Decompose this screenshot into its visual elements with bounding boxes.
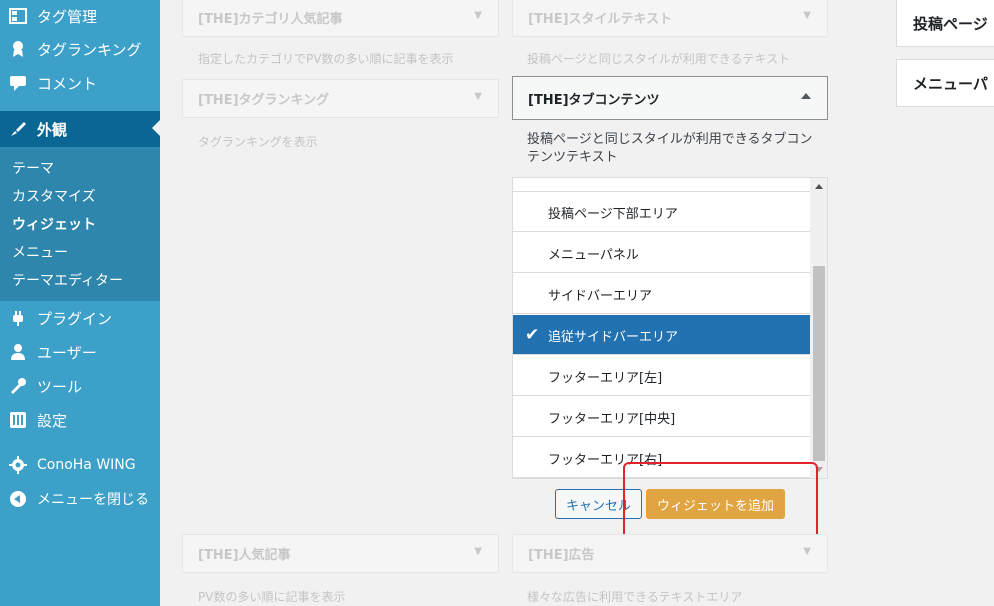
menu-item-appearance[interactable]: 外観 — [0, 111, 160, 147]
chevron-down-icon[interactable]: ▼ — [803, 546, 811, 557]
chevron-down-icon[interactable]: ▼ — [474, 546, 482, 557]
submenu-item-widgets[interactable]: ウィジェット — [12, 214, 96, 234]
cancel-button[interactable]: キャンセル — [555, 489, 642, 519]
widget-area-menu-panel[interactable]: メニューパ — [896, 59, 994, 107]
widget-title: [THE]カテゴリ人気記事 — [198, 12, 343, 27]
widget-tab-contents[interactable]: [THE]タブコンテンツ — [512, 76, 828, 120]
add-widget-button[interactable]: ウィジェットを追加 — [646, 489, 785, 519]
chevron-down-icon[interactable]: ▼ — [803, 10, 811, 21]
comment-icon — [9, 74, 27, 92]
menu-item-plugins[interactable]: プラグイン — [0, 301, 160, 335]
grid-icon — [9, 7, 27, 25]
menu-label: 設定 — [37, 411, 68, 430]
menu-item-comments[interactable]: コメント — [0, 66, 160, 100]
widget-description: PV数の多い順に記事を表示 — [198, 590, 346, 604]
chevron-up-icon[interactable] — [801, 93, 811, 99]
submenu-item-themes[interactable]: テーマ — [12, 158, 54, 178]
scrollbar-thumb[interactable] — [813, 266, 825, 461]
widget-popular[interactable]: [THE]人気記事 ▼ — [182, 534, 499, 573]
chevron-down-icon[interactable]: ▼ — [474, 91, 482, 102]
checkmark-icon: ✔ — [525, 325, 540, 345]
appearance-submenu: テーマ カスタマイズ ウィジェット メニュー テーマエディター — [0, 147, 160, 301]
sidebar-chooser-list[interactable]: 投稿ページ下部エリア メニューパネル サイドバーエリア ✔ 追従サイドバーエリア… — [512, 177, 828, 479]
current-menu-arrow — [152, 120, 160, 136]
plugin-icon — [9, 309, 27, 327]
widget-area-post-page[interactable]: 投稿ページ — [896, 0, 994, 47]
menu-label: メニューを閉じる — [37, 492, 149, 508]
submenu-item-customize[interactable]: カスタマイズ — [12, 186, 96, 206]
widget-description: タグランキングを表示 — [198, 135, 318, 149]
menu-item-conoha-wing[interactable]: ConoHa WING — [0, 448, 160, 482]
widget-tag-ranking[interactable]: [THE]タグランキング ▼ — [182, 79, 499, 118]
menu-label: ツール — [37, 377, 83, 396]
settings-icon — [9, 411, 27, 429]
chooser-item[interactable]: メニューパネル — [513, 233, 810, 273]
widget-ad[interactable]: [THE]広告 ▼ — [512, 534, 828, 573]
wrench-icon — [9, 377, 27, 395]
menu-item-settings[interactable]: 設定 — [0, 403, 160, 437]
widget-title: [THE]スタイルテキスト — [528, 12, 673, 27]
widget-area-title: メニューパ — [913, 75, 988, 93]
award-icon — [9, 40, 27, 58]
widget-description: 投稿ページと同じスタイルが利用できるタブコンテンツテキスト — [527, 132, 813, 165]
menu-label: ConoHa WING — [37, 457, 136, 473]
admin-sidebar: タグ管理 タグランキング コメント 外観 テーマ カスタマイズ ウィジェット メ… — [0, 0, 160, 606]
chooser-item-selected[interactable]: ✔ 追従サイドバーエリア — [513, 315, 810, 355]
widget-category-popular[interactable]: [THE]カテゴリ人気記事 ▼ — [182, 0, 499, 37]
scroll-down-arrow-icon[interactable] — [815, 467, 823, 472]
menu-label: タグ管理 — [37, 7, 98, 26]
menu-label: プラグイン — [37, 309, 113, 328]
widget-title: [THE]タグランキング — [198, 93, 330, 108]
widget-title: [THE]タブコンテンツ — [528, 93, 660, 108]
user-icon — [9, 343, 27, 361]
chooser-item[interactable]: フッターエリア[中央] — [513, 397, 810, 437]
menu-label: コメント — [37, 74, 98, 93]
chooser-item[interactable]: 投稿ページ下部エリア — [513, 192, 810, 232]
collapse-icon — [9, 490, 27, 508]
menu-item-tools[interactable]: ツール — [0, 369, 160, 403]
chooser-item[interactable]: フッターエリア[左] — [513, 356, 810, 396]
menu-item-tag-ranking[interactable]: タグランキング — [0, 32, 160, 66]
widget-description: 指定したカテゴリでPV数の多い順に記事を表示 — [198, 52, 454, 66]
menu-item-collapse[interactable]: メニューを閉じる — [0, 482, 160, 516]
submenu-item-menus[interactable]: メニュー — [12, 242, 68, 262]
menu-item-tag-manage[interactable]: タグ管理 — [0, 0, 160, 33]
chevron-down-icon[interactable]: ▼ — [474, 10, 482, 21]
scroll-up-arrow-icon[interactable] — [815, 184, 823, 189]
widget-title: [THE]人気記事 — [198, 548, 291, 563]
gear-icon — [9, 456, 27, 474]
submenu-item-theme-editor[interactable]: テーマエディター — [12, 270, 123, 290]
widget-description: 投稿ページと同じスタイルが利用できるテキスト — [527, 52, 791, 66]
menu-label: タグランキング — [37, 40, 142, 59]
chooser-scrollbar[interactable] — [810, 178, 827, 478]
chooser-item[interactable] — [513, 178, 810, 192]
menu-label: ユーザー — [37, 343, 97, 362]
widget-description: 様々な広告に利用できるテキストエリア — [527, 590, 743, 604]
menu-item-users[interactable]: ユーザー — [0, 335, 160, 369]
brush-icon — [9, 120, 27, 138]
widget-area-title: 投稿ページ — [913, 15, 988, 33]
chooser-item[interactable]: フッターエリア[右] — [513, 438, 810, 478]
widget-title: [THE]広告 — [528, 548, 595, 563]
widget-style-text[interactable]: [THE]スタイルテキスト ▼ — [512, 0, 828, 37]
menu-label: 外観 — [37, 120, 68, 139]
chooser-item[interactable]: サイドバーエリア — [513, 274, 810, 314]
